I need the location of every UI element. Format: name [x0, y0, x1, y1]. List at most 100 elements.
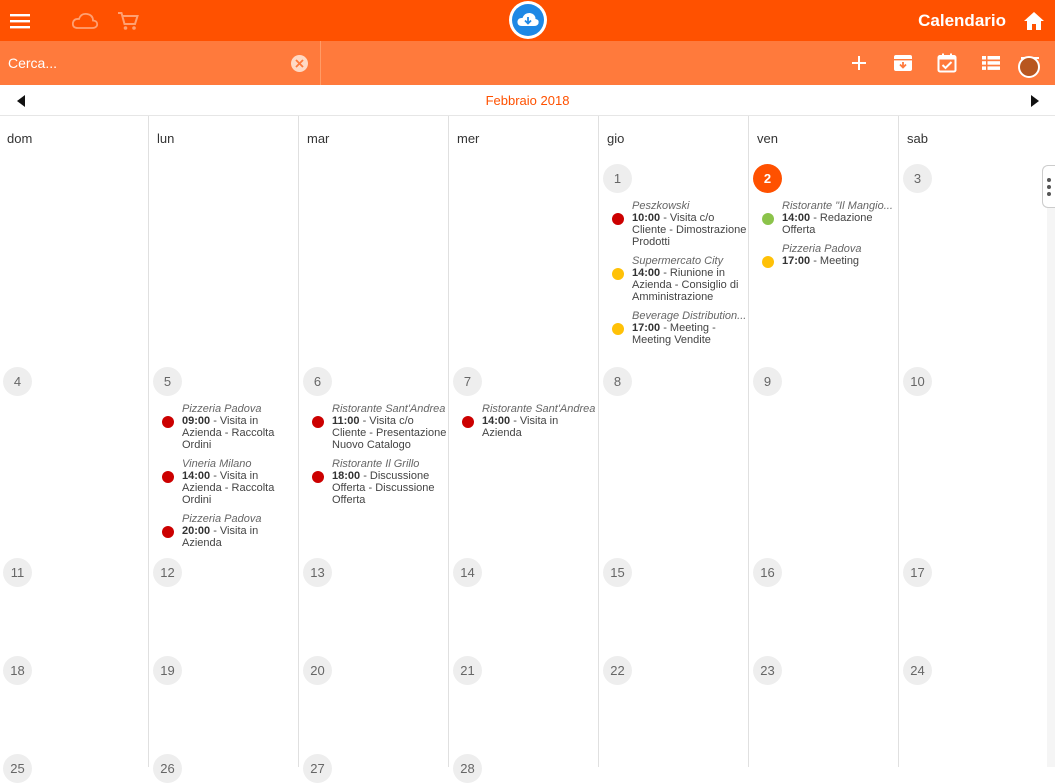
app-logo[interactable] [509, 1, 547, 39]
event-status-dot [612, 323, 624, 335]
event-client: Beverage Distribution... [632, 310, 747, 322]
day-number[interactable]: 9 [753, 367, 782, 396]
day-number[interactable]: 25 [3, 754, 32, 783]
day-name-lun: lun [157, 131, 175, 146]
event-description: 14:00 - Visita in Azienda [482, 415, 600, 439]
event-time: 14:00 [782, 212, 811, 224]
day-number[interactable]: 24 [903, 656, 932, 685]
page-title: Calendario [918, 11, 1006, 30]
day-number[interactable]: 20 [303, 656, 332, 685]
event-time: 14:00 [182, 470, 211, 482]
calendar-grid: dom lun mar mer gio ven sab 1 Peszkowski 10:00 - … [0, 116, 1047, 783]
event-description: 14:00 - Visita in Azienda - Raccolta Ord… [182, 470, 300, 506]
event-client: Ristorante Il Grillo [332, 458, 420, 470]
day-number[interactable]: 8 [603, 367, 632, 396]
calendar-event[interactable]: Peszkowski 10:00 - Visita c/o Cliente - D… [612, 200, 750, 248]
calendar-event[interactable]: Vineria Milano 14:00 - Visita in Azienda … [162, 458, 300, 506]
event-time: 20:00 [182, 525, 211, 537]
day-number[interactable]: 4 [3, 367, 32, 396]
shopping-cart-icon[interactable] [114, 0, 142, 41]
toolbar [0, 41, 1055, 85]
day-number[interactable]: 13 [303, 558, 332, 587]
event-status-dot [162, 471, 174, 483]
day-number[interactable]: 12 [153, 558, 182, 587]
calendar-event[interactable]: Ristorante "Il Mangio... 14:00 - Redazion… [762, 200, 900, 236]
hamburger-menu-icon[interactable] [6, 0, 34, 41]
day-number[interactable]: 10 [903, 367, 932, 396]
calendar-event[interactable]: Beverage Distribution... 17:00 - Meeting … [612, 310, 750, 346]
event-status-dot [312, 416, 324, 428]
day-name-ven: ven [757, 131, 778, 146]
day-number[interactable]: 27 [303, 754, 332, 783]
home-icon[interactable] [1021, 0, 1047, 41]
day-number[interactable]: 23 [753, 656, 782, 685]
search-input[interactable] [8, 41, 278, 85]
calendar-check-icon[interactable] [933, 41, 961, 85]
next-month-icon[interactable] [1028, 93, 1042, 109]
calendar-event[interactable]: Pizzeria Padova 20:00 - Visita in Azienda [162, 513, 300, 549]
event-status-dot [162, 526, 174, 538]
event-status-dot [312, 471, 324, 483]
cloud-icon[interactable] [70, 0, 100, 41]
day-number[interactable]: 6 [303, 367, 332, 396]
cloud-logo-icon [512, 4, 544, 36]
calendar-event[interactable]: Pizzeria Padova 09:00 - Visita in Azienda… [162, 403, 300, 451]
day-number[interactable]: 1 [603, 164, 632, 193]
event-client: Ristorante "Il Mangio... [782, 200, 893, 212]
day-name-dom: dom [7, 131, 33, 146]
event-client: Ristorante Sant'Andrea [332, 403, 446, 415]
day-number[interactable]: 19 [153, 656, 182, 685]
event-status-dot [762, 213, 774, 225]
event-time: 14:00 [632, 267, 661, 279]
event-description: 17:00 - Meeting [782, 255, 900, 267]
day-number[interactable]: 22 [603, 656, 632, 685]
day-number[interactable]: 21 [453, 656, 482, 685]
event-description: 17:00 - Meeting - Meeting Vendite [632, 322, 750, 346]
day-number[interactable]: 17 [903, 558, 932, 587]
day-number[interactable]: 7 [453, 367, 482, 396]
day-number[interactable]: 28 [453, 754, 482, 783]
event-description: 09:00 - Visita in Azienda - Raccolta Ord… [182, 415, 300, 451]
column-divider [598, 116, 599, 767]
calendar-event[interactable]: Ristorante Sant'Andrea 14:00 - Visita in … [462, 403, 600, 439]
calendar-event[interactable]: Supermercato City 14:00 - Riunione in Azi… [612, 255, 750, 303]
event-time: 11:00 [332, 415, 360, 427]
event-client: Peszkowski [632, 200, 690, 212]
event-client: Ristorante Sant'Andrea [482, 403, 596, 415]
event-time: 17:00 [632, 322, 661, 334]
event-description: 11:00 - Visita c/o Cliente - Presentazio… [332, 415, 450, 451]
month-title[interactable]: Febbraio 2018 [0, 85, 1055, 116]
day-number[interactable]: 11 [3, 558, 32, 587]
event-time: 17:00 [782, 255, 811, 267]
day-number[interactable]: 14 [453, 558, 482, 587]
event-client: Supermercato City [632, 255, 724, 267]
scrollbar[interactable] [1047, 208, 1055, 767]
archive-icon[interactable] [889, 41, 917, 85]
day-number-today[interactable]: 2 [753, 164, 782, 193]
event-status-dot [612, 213, 624, 225]
filter-indicator[interactable] [1018, 56, 1040, 78]
event-description: 18:00 - Discussione Offerta - Discussion… [332, 470, 450, 506]
day-number[interactable]: 18 [3, 656, 32, 685]
add-icon[interactable] [845, 41, 873, 85]
day-number[interactable]: 16 [753, 558, 782, 587]
day-number[interactable]: 3 [903, 164, 932, 193]
calendar-event[interactable]: Ristorante Il Grillo 18:00 - Discussione … [312, 458, 450, 506]
list-view-icon[interactable] [977, 41, 1005, 85]
day-number[interactable]: 15 [603, 558, 632, 587]
event-status-dot [462, 416, 474, 428]
event-status-dot [762, 256, 774, 268]
event-time: 10:00 [632, 212, 661, 224]
day-number[interactable]: 26 [153, 754, 182, 783]
event-client: Pizzeria Padova [182, 513, 262, 525]
event-time: 09:00 [182, 415, 211, 427]
side-panel-handle[interactable] [1042, 165, 1055, 208]
event-title: - Meeting [810, 255, 860, 267]
calendar-event[interactable]: Ristorante Sant'Andrea 11:00 - Visita c/o… [312, 403, 450, 451]
day-number[interactable]: 5 [153, 367, 182, 396]
top-app-bar: Calendario [0, 0, 1055, 41]
clear-search-icon[interactable] [291, 55, 308, 72]
day-name-sab: sab [907, 131, 928, 146]
event-description: 10:00 - Visita c/o Cliente - Dimostrazio… [632, 212, 750, 248]
calendar-event[interactable]: Pizzeria Padova 17:00 - Meeting [762, 243, 900, 268]
